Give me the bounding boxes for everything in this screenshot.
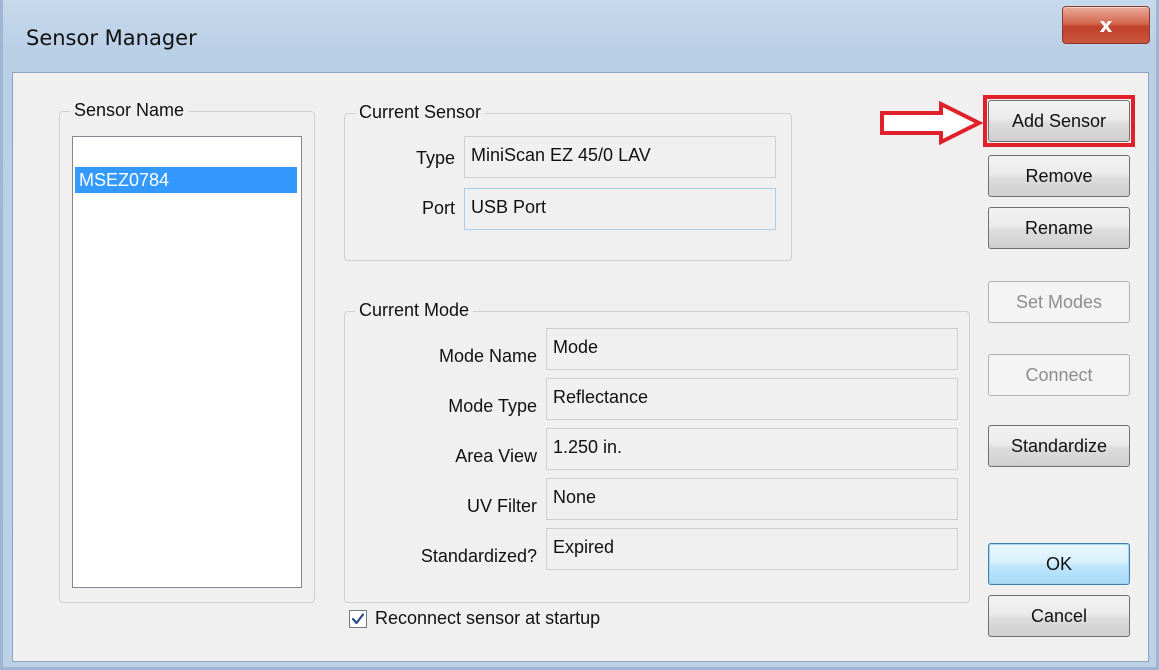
connect-button[interactable]: Connect xyxy=(988,354,1130,396)
standardized-label: Standardized? xyxy=(420,546,537,566)
type-label: Type xyxy=(415,148,455,168)
reconnect-label[interactable]: Reconnect sensor at startup xyxy=(375,608,600,629)
mode-type-label: Mode Type xyxy=(448,396,537,416)
standardized-value: Expired xyxy=(546,528,958,570)
remove-button[interactable]: Remove xyxy=(988,155,1130,197)
mode-name-value: Mode xyxy=(546,328,958,370)
current-sensor-group-title: Current Sensor xyxy=(355,102,486,123)
area-view-value: 1.250 in. xyxy=(546,428,958,470)
sensor-list-item[interactable]: MSEZ0784 xyxy=(75,167,297,193)
port-value: USB Port xyxy=(464,188,776,230)
sensor-listbox[interactable]: MSEZ0784 xyxy=(72,136,302,588)
current-sensor-group: Current Sensor Type MiniScan EZ 45/0 LAV… xyxy=(344,102,792,261)
port-label: Port xyxy=(421,198,455,218)
current-mode-group: Current Mode Mode Name Mode Mode Type Re… xyxy=(344,300,970,603)
mode-name-label: Mode Name xyxy=(438,346,537,366)
close-icon: x xyxy=(1099,13,1113,37)
standardize-button[interactable]: Standardize xyxy=(988,425,1130,467)
mode-type-value: Reflectance xyxy=(546,378,958,420)
checkmark-icon xyxy=(351,613,365,625)
reconnect-checkbox[interactable] xyxy=(349,610,367,628)
rename-button[interactable]: Rename xyxy=(988,207,1130,249)
sensor-name-group: Sensor Name MSEZ0784 xyxy=(59,100,315,603)
type-value: MiniScan EZ 45/0 LAV xyxy=(464,136,776,178)
uv-filter-value: None xyxy=(546,478,958,520)
title-bar: Sensor Manager x xyxy=(0,0,1159,72)
arrow-right-icon xyxy=(880,101,983,145)
dialog-client-area: Sensor Name MSEZ0784 Current Sensor Type… xyxy=(12,72,1149,662)
uv-filter-label: UV Filter xyxy=(466,496,537,516)
sensor-manager-window: Sensor Manager x Sensor Name MSEZ0784 Cu… xyxy=(0,0,1159,670)
sensor-name-group-title: Sensor Name xyxy=(70,100,189,121)
cancel-button[interactable]: Cancel xyxy=(988,595,1130,637)
window-title: Sensor Manager xyxy=(26,26,197,50)
current-mode-group-title: Current Mode xyxy=(355,300,474,321)
area-view-label: Area View xyxy=(455,446,537,466)
ok-button[interactable]: OK xyxy=(988,543,1130,585)
close-button[interactable]: x xyxy=(1062,6,1150,44)
add-sensor-button[interactable]: Add Sensor xyxy=(988,100,1130,142)
set-modes-button[interactable]: Set Modes xyxy=(988,281,1130,323)
